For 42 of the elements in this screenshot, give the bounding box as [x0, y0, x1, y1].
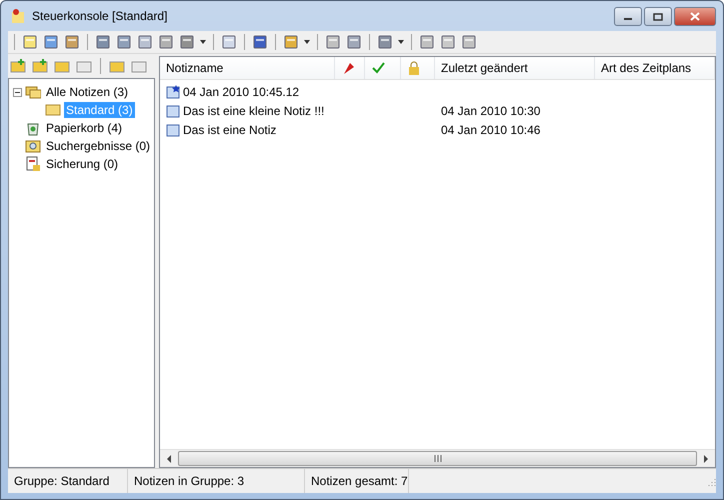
- status-text: Gruppe: Standard: [14, 474, 110, 488]
- column-header[interactable]: Zuletzt geändert: [435, 57, 595, 79]
- new-folder-icon[interactable]: [10, 58, 26, 74]
- tree-item[interactable]: Papierkorb (4): [44, 120, 124, 136]
- document-icon: [25, 156, 41, 172]
- check-icon: [371, 61, 385, 75]
- close-button[interactable]: [674, 7, 716, 26]
- horizontal-scrollbar[interactable]: [160, 449, 715, 467]
- collapse-toggle-icon[interactable]: [13, 88, 22, 96]
- tree-item[interactable]: Alle Notizen (3): [44, 84, 130, 100]
- modified-date: 04 Jan 2010 10:46: [441, 122, 540, 136]
- search-folder-icon: [25, 138, 41, 154]
- folders-icon: [25, 84, 41, 100]
- modified-date: 04 Jan 2010 10:30: [441, 104, 540, 118]
- lock-icon: [407, 61, 421, 75]
- flag-icon: [341, 61, 355, 75]
- maximize-button[interactable]: [644, 7, 672, 26]
- note-icon: [166, 104, 180, 118]
- resize-grip-icon[interactable]: [706, 476, 716, 486]
- window-title: Steuerkonsole [Standard]: [32, 9, 168, 23]
- note-icon: [166, 122, 180, 136]
- new-subfolder-icon[interactable]: [32, 58, 48, 74]
- new-note-icon[interactable]: [22, 34, 38, 50]
- column-header[interactable]: Art des Zeitplans: [595, 57, 715, 79]
- dropdown-arrow-icon[interactable]: [304, 40, 310, 44]
- status-text: Notizen in Gruppe: 3: [134, 474, 244, 488]
- grip-icon: [434, 455, 442, 462]
- note-name[interactable]: Das ist eine Notiz: [183, 122, 276, 136]
- note-name[interactable]: 04 Jan 2010 10:45.12: [183, 84, 300, 98]
- close-icon: [690, 12, 700, 21]
- app-icon: [10, 8, 26, 24]
- tree-item[interactable]: Suchergebnisse (0): [44, 138, 152, 154]
- column-header[interactable]: Notizname: [160, 57, 335, 79]
- dropdown-arrow-icon[interactable]: [200, 40, 206, 44]
- tree-item[interactable]: Sicherung (0): [44, 156, 120, 172]
- dropdown-arrow-icon[interactable]: [398, 40, 404, 44]
- minimize-button[interactable]: [614, 7, 642, 26]
- status-text: Notizen gesamt: 7: [311, 474, 408, 488]
- new-note-icon: [166, 84, 180, 98]
- maximize-icon: [653, 12, 663, 20]
- note-name[interactable]: Das ist eine kleine Notiz !!!: [183, 104, 324, 118]
- folder-icon: [45, 102, 61, 118]
